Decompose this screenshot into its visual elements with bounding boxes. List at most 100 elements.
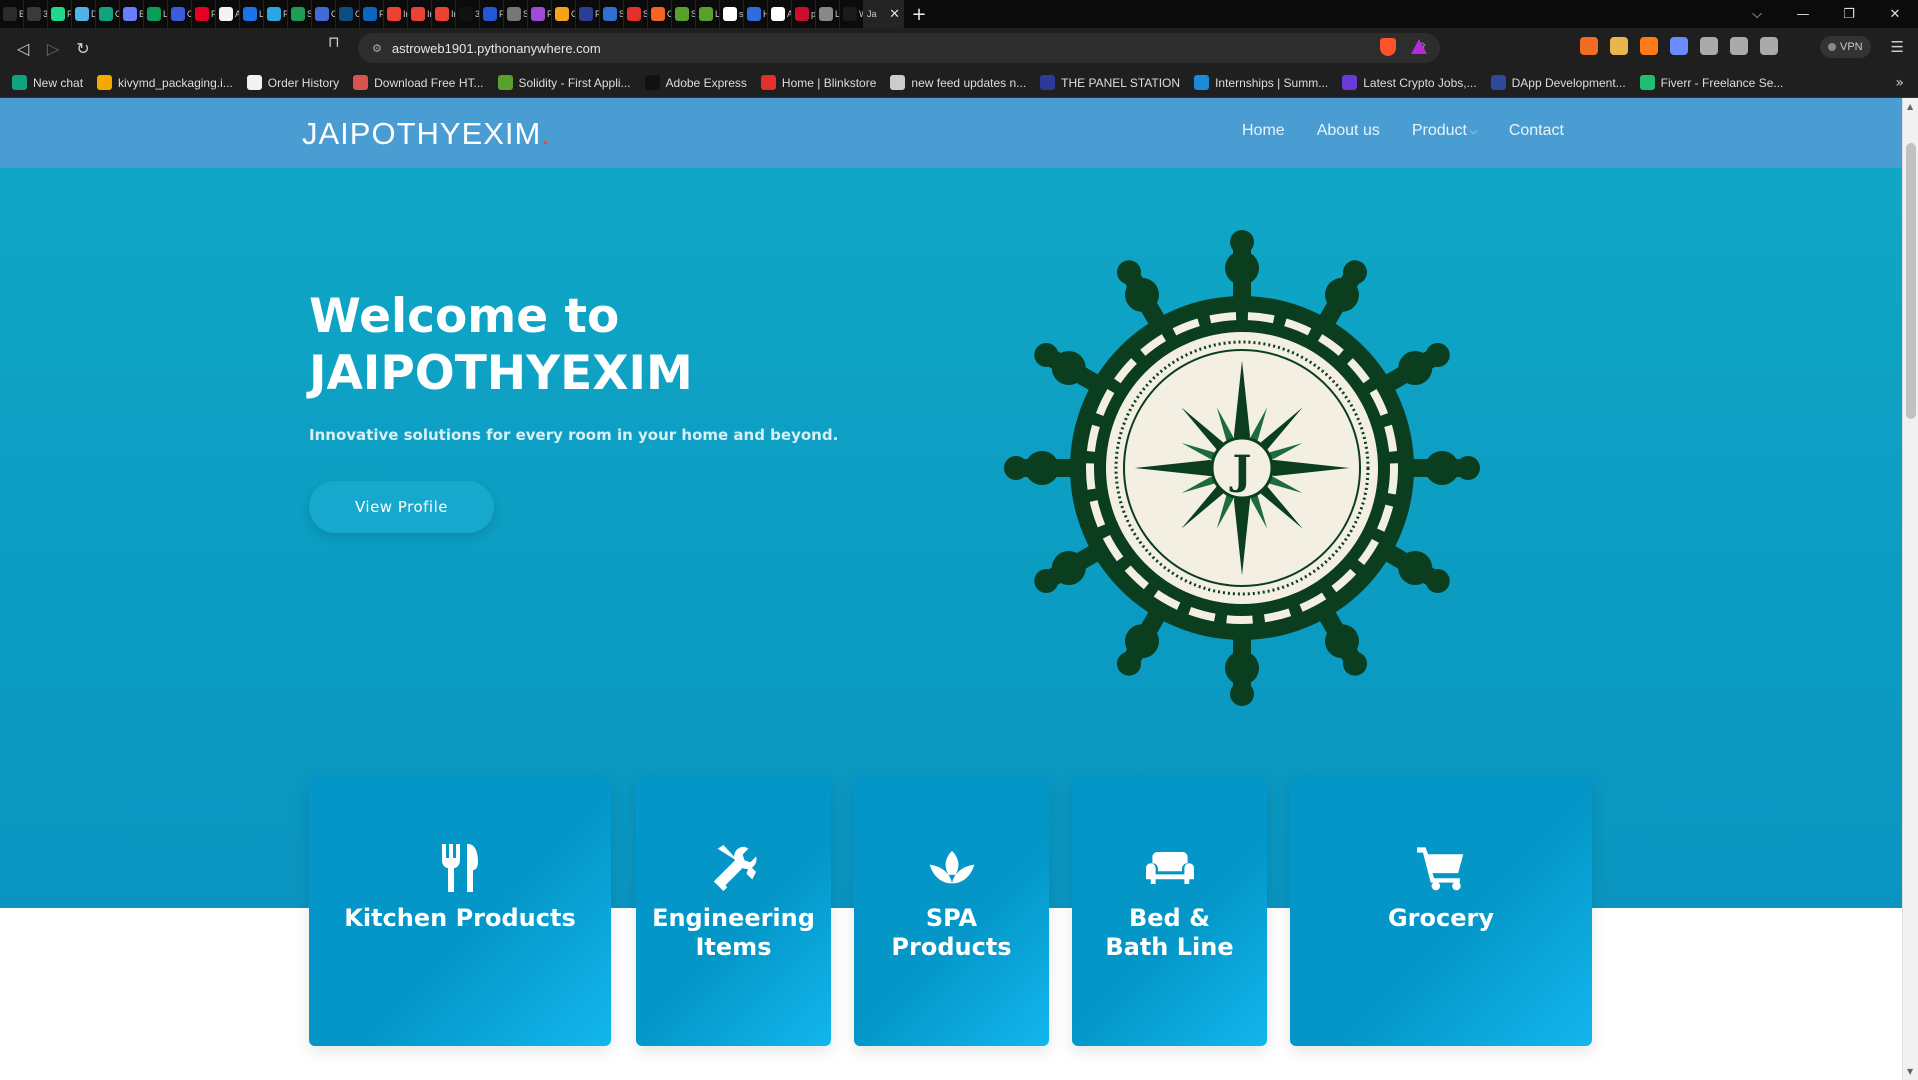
- browser-tab[interactable]: C: [336, 0, 360, 28]
- extension-icon[interactable]: [1580, 37, 1598, 55]
- browser-tab[interactable]: S: [672, 0, 696, 28]
- back-icon[interactable]: ◁: [8, 33, 38, 63]
- scroll-up-icon[interactable]: ▲: [1907, 102, 1913, 111]
- extension-icon[interactable]: [1670, 37, 1688, 55]
- logo-text: JAIPOTHYEXIM: [302, 116, 542, 151]
- bookmark-item[interactable]: Solidity - First Appli...: [497, 75, 631, 90]
- bookmark-item[interactable]: THE PANEL STATION: [1040, 75, 1180, 90]
- cart-icon: [1417, 842, 1465, 894]
- new-tab-button[interactable]: +: [904, 4, 934, 25]
- bookmark-item[interactable]: new feed updates n...: [890, 75, 1026, 90]
- extension-icon[interactable]: [1700, 37, 1718, 55]
- nav-contact[interactable]: Contact: [1509, 122, 1564, 140]
- browser-tab[interactable]: Di: [72, 0, 96, 28]
- browser-tab[interactable]: 3(: [456, 0, 480, 28]
- tab-favicon-icon: [435, 7, 449, 21]
- bookmark-item[interactable]: Adobe Express: [644, 75, 747, 90]
- scrollbar[interactable]: ▲ ▼: [1902, 98, 1918, 1080]
- brave-rewards-icon[interactable]: [1411, 39, 1427, 54]
- category-title-line2: Products: [891, 933, 1012, 961]
- brave-shields-icon[interactable]: [1380, 38, 1396, 56]
- tab-favicon-icon: [411, 7, 425, 21]
- nav-home[interactable]: Home: [1242, 122, 1285, 140]
- extension-icon[interactable]: [1730, 37, 1748, 55]
- bookmark-icon[interactable]: ⊓: [328, 33, 340, 51]
- site-info-icon[interactable]: ⚙: [372, 42, 382, 55]
- browser-tab[interactable]: Fr: [360, 0, 384, 28]
- extension-icon[interactable]: [1640, 37, 1658, 55]
- browser-tab[interactable]: In: [432, 0, 456, 28]
- bookmark-item[interactable]: DApp Development...: [1490, 75, 1626, 90]
- restore-icon[interactable]: ❐: [1826, 0, 1872, 28]
- browser-tab[interactable]: Pi: [576, 0, 600, 28]
- extension-icon[interactable]: [1610, 37, 1628, 55]
- bookmark-item[interactable]: Fiverr - Freelance Se...: [1639, 75, 1783, 90]
- bookmark-item[interactable]: Internships | Summ...: [1194, 75, 1328, 90]
- bookmark-item[interactable]: Order History: [246, 75, 339, 90]
- browser-tab[interactable]: Fi: [528, 0, 552, 28]
- browser-tab[interactable]: A: [216, 0, 240, 28]
- browser-tab[interactable]: p: [792, 0, 816, 28]
- bookmark-item[interactable]: Latest Crypto Jobs,...: [1342, 75, 1477, 90]
- browser-tab[interactable]: H: [744, 0, 768, 28]
- bookmark-item[interactable]: Home | Blinkstore: [760, 75, 876, 90]
- bookmark-item[interactable]: kivymd_packaging.i...: [97, 75, 233, 90]
- nav-about[interactable]: About us: [1317, 122, 1380, 140]
- page-viewport: JAIPOTHYEXIM. Home About us Product ⌵ Con…: [0, 98, 1918, 1080]
- bookmark-item[interactable]: Download Free HT...: [353, 75, 484, 90]
- category-card[interactable]: Engineering Items: [636, 776, 831, 1046]
- tab-close-icon[interactable]: ✕: [889, 7, 903, 22]
- tab-search-icon[interactable]: ⌵: [1734, 0, 1780, 28]
- scrollbar-thumb[interactable]: [1906, 143, 1916, 419]
- browser-tab[interactable]: B: [120, 0, 144, 28]
- view-profile-button[interactable]: View Profile: [309, 481, 494, 533]
- chevron-down-icon: ⌵: [1469, 125, 1477, 136]
- bookmarks-overflow-icon[interactable]: »: [1895, 75, 1904, 91]
- browser-tab[interactable]: In: [408, 0, 432, 28]
- browser-tab[interactable]: G: [552, 0, 576, 28]
- browser-tab[interactable]: C: [312, 0, 336, 28]
- scroll-down-icon[interactable]: ▼: [1907, 1067, 1913, 1076]
- bookmark-label: Solidity - First Appli...: [518, 75, 631, 90]
- tab-favicon-icon: [27, 7, 41, 21]
- address-bar[interactable]: ⚙ astroweb1901.pythonanywhere.com ⇪: [358, 33, 1440, 63]
- browser-tab[interactable]: Li: [144, 0, 168, 28]
- browser-tab[interactable]: Py: [48, 0, 72, 28]
- browser-tab[interactable]: W: [840, 0, 864, 28]
- browser-tab[interactable]: C: [96, 0, 120, 28]
- minimize-icon[interactable]: —: [1780, 0, 1826, 28]
- nav-product[interactable]: Product ⌵: [1412, 122, 1477, 140]
- browser-tab[interactable]: St: [288, 0, 312, 28]
- site-logo[interactable]: JAIPOTHYEXIM.: [302, 116, 551, 152]
- browser-tab[interactable]: B: [0, 0, 24, 28]
- browser-tab[interactable]: Li: [696, 0, 720, 28]
- browser-tab[interactable]: Pi: [192, 0, 216, 28]
- bookmark-item[interactable]: New chat: [12, 75, 83, 90]
- browser-tab[interactable]: In: [384, 0, 408, 28]
- browser-tab[interactable]: Pi: [264, 0, 288, 28]
- vpn-button[interactable]: VPN: [1820, 36, 1871, 58]
- browser-tab[interactable]: Pi: [480, 0, 504, 28]
- close-window-icon[interactable]: ✕: [1872, 0, 1918, 28]
- category-card[interactable]: Kitchen Products: [309, 776, 611, 1046]
- browser-tab[interactable]: S: [504, 0, 528, 28]
- browser-tab[interactable]: C: [648, 0, 672, 28]
- browser-tab[interactable]: A: [768, 0, 792, 28]
- category-card[interactable]: Grocery: [1290, 776, 1592, 1046]
- browser-tab[interactable]: 30: [24, 0, 48, 28]
- tab-favicon-icon: [771, 7, 785, 21]
- browser-tab[interactable]: si: [720, 0, 744, 28]
- reload-icon[interactable]: ↻: [68, 33, 98, 63]
- forward-icon[interactable]: ▷: [38, 33, 68, 63]
- url-text[interactable]: astroweb1901.pythonanywhere.com: [392, 41, 601, 56]
- extension-icon[interactable]: [1760, 37, 1778, 55]
- browser-tab[interactable]: Le: [240, 0, 264, 28]
- browser-tab[interactable]: O: [168, 0, 192, 28]
- browser-menu-icon[interactable]: ☰: [1891, 38, 1904, 56]
- category-card[interactable]: SPA Products: [854, 776, 1049, 1046]
- browser-tab[interactable]: Si: [624, 0, 648, 28]
- browser-tab[interactable]: Li: [816, 0, 840, 28]
- tab-active[interactable]: Ja ✕: [864, 0, 904, 28]
- browser-tab[interactable]: Si: [600, 0, 624, 28]
- category-card[interactable]: Bed & Bath Line: [1072, 776, 1267, 1046]
